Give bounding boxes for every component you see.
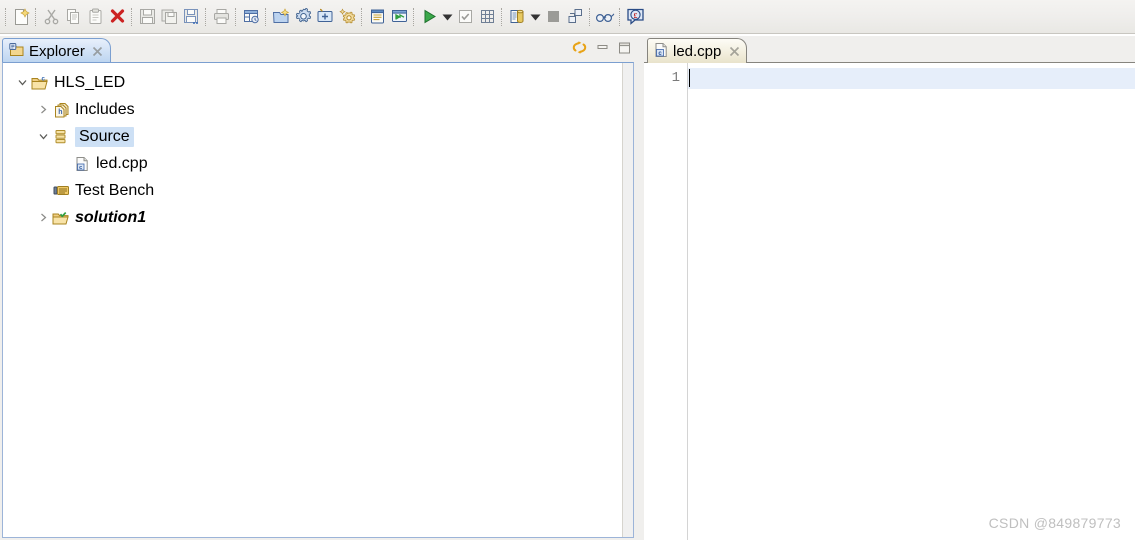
tree-item-label: led.cpp	[96, 154, 148, 172]
cpp-file-icon: c	[654, 42, 669, 61]
toolbar-group-project	[270, 4, 358, 30]
tree-item-includes[interactable]: h Includes	[3, 96, 623, 123]
editor-panel: c led.cpp 1 CSDN @849879773	[644, 36, 1135, 540]
report-icon[interactable]	[366, 5, 388, 29]
toolbar-group-help: £	[624, 4, 646, 30]
toolbar-separator	[5, 7, 7, 26]
test-bench-icon	[52, 182, 70, 200]
main-toolbar: £	[0, 0, 1135, 34]
editor-line-number-gutter: 1	[644, 63, 688, 540]
toolbar-group-print	[210, 4, 232, 30]
csynth-icon[interactable]	[454, 5, 476, 29]
toolbar-group-layout	[240, 4, 262, 30]
project-settings-icon[interactable]	[292, 5, 314, 29]
tab-led-cpp-label: led.cpp	[673, 42, 722, 60]
toolbar-separator	[35, 7, 37, 26]
glasses-icon[interactable]	[594, 5, 616, 29]
print-icon[interactable]	[210, 5, 232, 29]
toolbar-separator	[235, 7, 237, 26]
tree-item-label: solution1	[75, 208, 147, 226]
toolbar-separator	[413, 7, 415, 26]
new-project-icon[interactable]	[270, 5, 292, 29]
chevron-right-icon[interactable]	[34, 209, 52, 227]
tree-item-label: Test Bench	[75, 181, 155, 199]
chevron-down-icon[interactable]	[440, 5, 454, 29]
toolbar-separator	[361, 7, 363, 26]
new-file-icon[interactable]	[10, 5, 32, 29]
toolbar-group-view	[594, 4, 616, 30]
tab-led-cpp[interactable]: c led.cpp	[647, 38, 748, 63]
editor-tabbar: c led.cpp	[644, 36, 1135, 63]
tree-item-hls-led[interactable]: c HLS_LED	[3, 69, 623, 96]
tree-item-solution1[interactable]: solution1	[3, 204, 623, 231]
copy-icon[interactable]	[62, 5, 84, 29]
csdn-watermark: CSDN @849879773	[988, 515, 1121, 531]
cosim-icon[interactable]	[476, 5, 498, 29]
tree-item-led-cpp[interactable]: c led.cpp	[3, 150, 623, 177]
tree-item-label: Source	[75, 126, 134, 147]
minimize-icon[interactable]	[595, 41, 610, 57]
toolbar-group-export	[506, 4, 586, 30]
help-bubble-icon[interactable]: £	[624, 5, 646, 29]
chevron-down-icon[interactable]	[528, 5, 542, 29]
cpp-project-folder-icon: c	[31, 74, 49, 92]
new-solution-icon[interactable]	[314, 5, 336, 29]
line-number: 1	[671, 70, 680, 86]
cut-icon[interactable]	[40, 5, 62, 29]
maximize-icon[interactable]	[617, 41, 632, 58]
text-caret	[689, 69, 690, 87]
explorer-icon	[9, 42, 25, 61]
source-folder-icon	[52, 128, 70, 146]
project-tree[interactable]: c HLS_LED h Includes Source c led.cpp Te…	[3, 63, 623, 537]
toolbar-group-report	[366, 4, 410, 30]
close-icon[interactable]	[92, 45, 104, 57]
close-icon[interactable]	[728, 45, 740, 57]
run-icon[interactable]	[418, 5, 440, 29]
table-layout-icon[interactable]	[240, 5, 262, 29]
tab-explorer-label: Explorer	[29, 42, 85, 60]
explorer-vertical-scrollbar[interactable]	[622, 63, 633, 537]
cpp-file-icon: c	[73, 155, 91, 173]
toolbar-group-file	[10, 4, 128, 30]
toolbar-separator	[589, 7, 591, 26]
current-line-highlight	[688, 68, 1135, 89]
includes-icon: h	[52, 101, 70, 119]
paste-icon[interactable]	[84, 5, 106, 29]
chevron-down-icon[interactable]	[13, 74, 31, 92]
chevron-down-icon[interactable]	[34, 128, 52, 146]
toolbar-separator	[205, 7, 207, 26]
toolbar-separator	[619, 7, 621, 26]
save-as-icon[interactable]	[158, 5, 180, 29]
toolbar-separator	[265, 7, 267, 26]
link-with-editor-icon[interactable]	[571, 39, 588, 59]
explorer-tabbar: Explorer	[0, 36, 640, 63]
tree-item-label: Includes	[75, 100, 135, 118]
stop-icon[interactable]	[542, 5, 564, 29]
editor-body[interactable]: 1	[644, 63, 1135, 540]
editor-text-area[interactable]	[688, 63, 1135, 540]
toolbar-group-run	[418, 4, 498, 30]
svg-text:c: c	[79, 165, 82, 171]
perspective-icon[interactable]	[564, 5, 586, 29]
explorer-view-buttons	[571, 39, 632, 59]
svg-text:h: h	[58, 109, 62, 116]
tab-explorer[interactable]: Explorer	[2, 38, 111, 63]
export-rtl-icon[interactable]	[506, 5, 528, 29]
chevron-right-icon[interactable]	[34, 101, 52, 119]
toolbar-group-save	[136, 4, 202, 30]
tree-item-source[interactable]: Source	[3, 123, 623, 150]
delete-icon[interactable]	[106, 5, 128, 29]
active-solution-folder-icon	[52, 209, 70, 227]
svg-text:£: £	[633, 11, 637, 20]
solution-settings-icon[interactable]	[336, 5, 358, 29]
toolbar-separator	[501, 7, 503, 26]
save-icon[interactable]	[136, 5, 158, 29]
save-all-icon[interactable]	[180, 5, 202, 29]
tree-item-test-bench[interactable]: Test Bench	[3, 177, 623, 204]
tree-item-label: HLS_LED	[54, 73, 126, 91]
explorer-panel: Explorer c HLS_LED h Includes Source c l…	[0, 36, 640, 540]
toolbar-separator	[131, 7, 133, 26]
explorer-tree-container: c HLS_LED h Includes Source c led.cpp Te…	[2, 62, 634, 538]
wave-viewer-icon[interactable]	[388, 5, 410, 29]
